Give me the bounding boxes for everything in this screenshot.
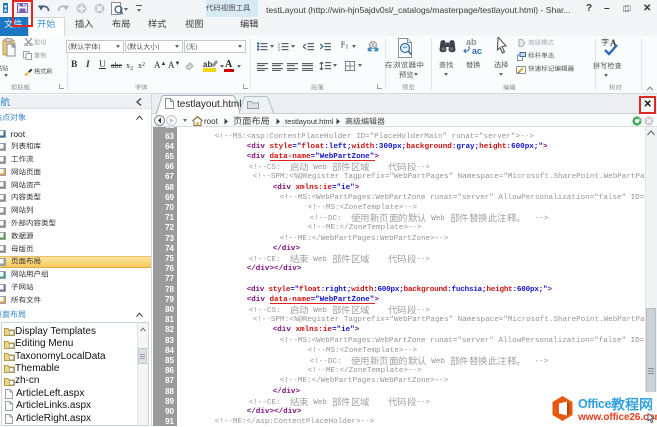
svg-text:3: 3 xyxy=(278,48,280,51)
